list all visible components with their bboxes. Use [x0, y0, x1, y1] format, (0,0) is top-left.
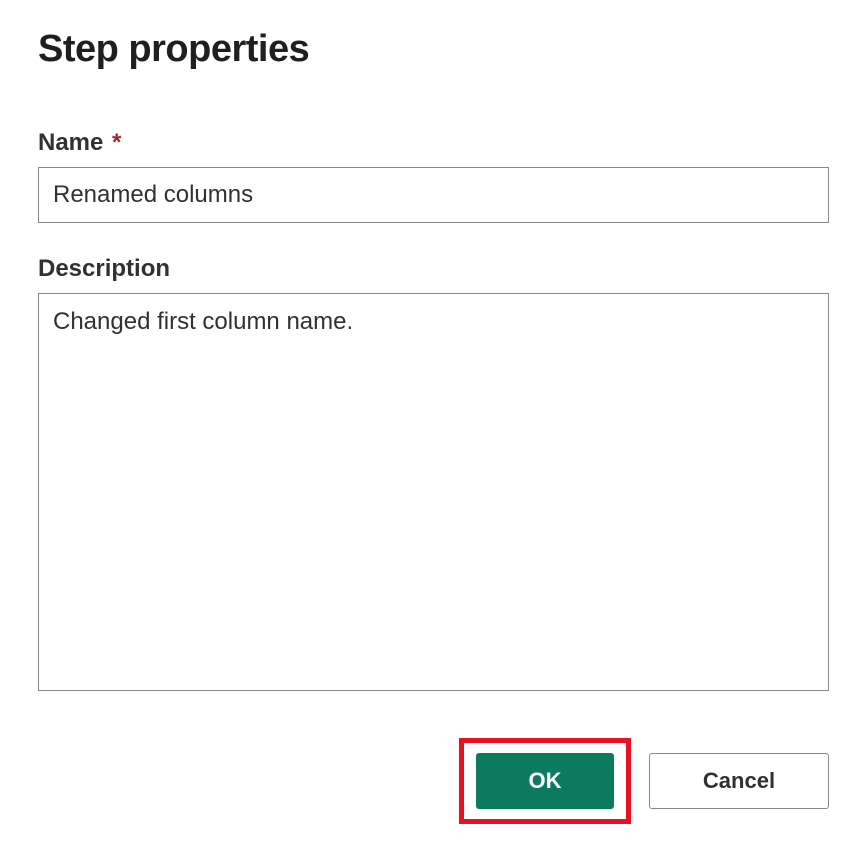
description-input[interactable] — [38, 293, 829, 691]
name-label: Name * — [38, 129, 829, 157]
dialog-title: Step properties — [38, 28, 829, 71]
name-input[interactable] — [38, 167, 829, 223]
dialog-button-row: OK Cancel — [38, 738, 829, 824]
ok-button[interactable]: OK — [476, 753, 614, 809]
description-field-group: Description — [38, 255, 829, 696]
name-field-group: Name * — [38, 129, 829, 223]
name-label-text: Name — [38, 129, 103, 156]
description-label: Description — [38, 255, 829, 283]
cancel-button[interactable]: Cancel — [649, 753, 829, 809]
ok-button-highlight: OK — [459, 738, 631, 824]
required-asterisk-icon: * — [112, 129, 121, 156]
